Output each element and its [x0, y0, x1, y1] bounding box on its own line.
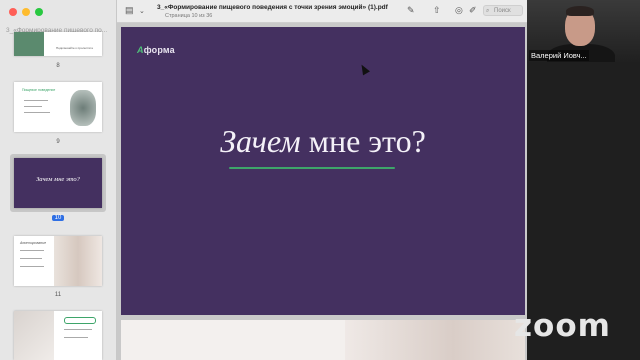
search-icon: ⌕	[486, 8, 490, 14]
page-number-10: 10	[0, 215, 116, 221]
thumb-caption: Зачем мне это?	[36, 176, 80, 183]
participant-hair	[566, 6, 594, 16]
thumb-caption: Подключайте к пролегтите	[56, 46, 94, 50]
thumbnail-page-12[interactable]	[14, 311, 102, 360]
page-number-8: 8	[56, 63, 60, 69]
document-title[interactable]: 3_«Формирование пищевого поведения с точ…	[157, 4, 388, 11]
thumb-illustration	[70, 90, 96, 126]
thumb-caption: Пищевое поведение	[22, 88, 56, 92]
sidebar-toggle-icon[interactable]: ▤	[125, 5, 134, 16]
participant-name: Валерий Иовч...	[529, 50, 589, 61]
share-icon[interactable]: ⇧	[433, 5, 441, 16]
brand-logo: Аформа	[137, 45, 175, 55]
slide-photo	[345, 320, 525, 360]
zoom-logo: zoom	[514, 308, 611, 344]
search-input[interactable]: ⌕ Поиск	[483, 5, 523, 16]
toolbar: ▤ ⌄ 3_«Формирование пищевого поведения с…	[117, 0, 527, 23]
close-window-button[interactable]	[9, 8, 17, 16]
current-slide: Аформа Зачем мне это?	[121, 27, 525, 315]
pdf-viewer-window: 3_«Формирование пищевого по... Подключай…	[0, 0, 527, 360]
zoom-window-button[interactable]	[35, 8, 43, 16]
highlight-icon[interactable]: ◎	[455, 5, 463, 16]
minimize-window-button[interactable]	[22, 8, 30, 16]
markup-pen-icon[interactable]: ✎	[407, 5, 415, 16]
thumb-caption: Анкетирование	[20, 241, 47, 245]
headline-underline	[229, 167, 395, 169]
participant-video[interactable]: Валерий Иовч...	[527, 0, 640, 62]
page-indicator: Страница 10 из 36	[165, 13, 213, 19]
zoom-panel: Валерий Иовч...	[527, 0, 640, 360]
thumbnail-page-8[interactable]: Подключайте к пролегтите	[14, 32, 102, 56]
document-view[interactable]: Аформа Зачем мне это?	[117, 23, 527, 360]
thumbnail-page-10[interactable]: Зачем мне это?	[14, 158, 102, 208]
thumbnail-page-11[interactable]: Анкетирование	[14, 236, 102, 286]
annotate-icon[interactable]: ✐	[469, 5, 477, 16]
window-controls	[9, 8, 43, 16]
thumb-image	[14, 32, 44, 56]
page-number-9: 9	[56, 139, 60, 145]
thumbnail-page-9[interactable]: Пищевое поведение	[14, 82, 102, 132]
page-number-11: 11	[54, 292, 62, 298]
slide-headline: Зачем мне это?	[220, 123, 426, 159]
next-slide-preview	[121, 320, 525, 360]
chevron-down-icon[interactable]: ⌄	[139, 7, 145, 15]
thumbnail-sidebar[interactable]: 3_«Формирование пищевого по... Подключай…	[0, 0, 117, 360]
thumb-photo	[54, 236, 102, 286]
thumb-photo	[14, 311, 54, 360]
